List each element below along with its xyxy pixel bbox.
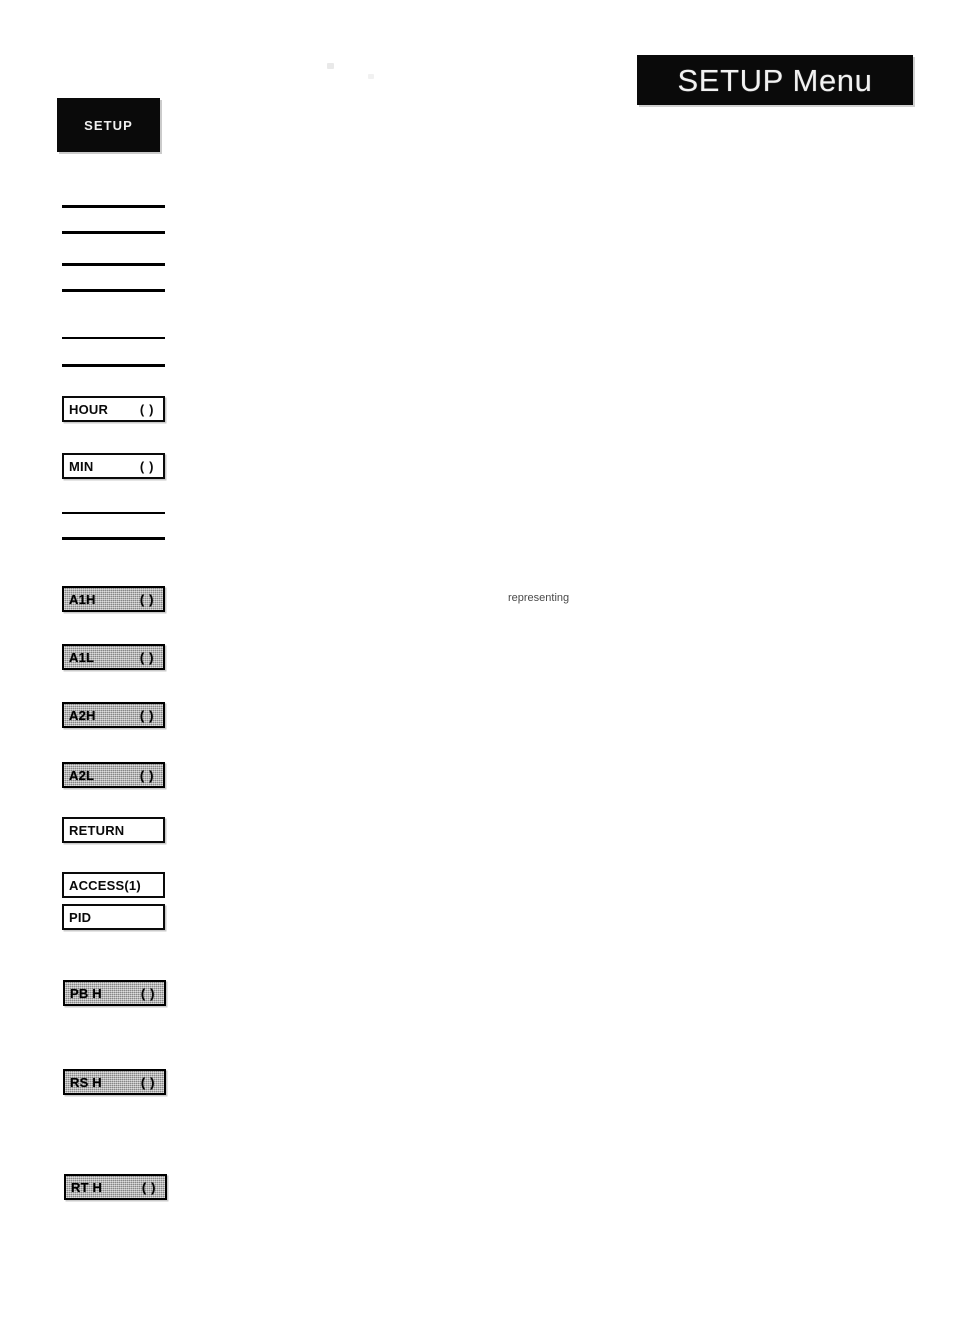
menu-item-a1l[interactable]: A1L ( ) <box>62 644 165 670</box>
menu-item-pb-h[interactable]: PB H ( ) <box>63 980 166 1006</box>
document-page: SETUP Menu SETUP HOUR ( ) MIN ( ) A1H ( … <box>0 0 954 1337</box>
menu-item-label: PB H <box>70 985 102 1001</box>
menu-item-label: RS H <box>70 1074 102 1090</box>
menu-item-rt-h[interactable]: RT H ( ) <box>64 1174 167 1200</box>
menu-item-label: RT H <box>71 1179 103 1195</box>
menu-item-value: ( ) <box>139 707 154 723</box>
menu-item-value: ( ) <box>141 1179 156 1195</box>
setup-menu-banner: SETUP Menu <box>637 55 913 105</box>
menu-item-a1h[interactable]: A1H ( ) <box>62 586 165 612</box>
setup-menu-banner-label: SETUP Menu <box>677 62 873 98</box>
menu-item-value: ( ) <box>139 591 154 607</box>
menu-item-min[interactable]: MIN ( ) <box>62 453 165 479</box>
menu-item-label: ACCESS(1) <box>69 877 141 893</box>
redacted-menu-rule <box>62 512 165 514</box>
menu-item-pid[interactable]: PID <box>62 904 165 930</box>
menu-item-hour[interactable]: HOUR ( ) <box>62 396 165 422</box>
menu-item-value: ( ) <box>139 401 154 417</box>
menu-item-return[interactable]: RETURN <box>62 817 165 843</box>
body-text-representing: representing <box>508 592 570 604</box>
scan-artifact <box>327 63 334 69</box>
redacted-menu-rule <box>62 205 165 208</box>
menu-item-access[interactable]: ACCESS(1) <box>62 872 165 898</box>
menu-item-rs-h[interactable]: RS H ( ) <box>63 1069 166 1095</box>
menu-item-value: ( ) <box>139 767 154 783</box>
menu-item-label: A2L <box>69 767 95 783</box>
menu-item-value: ( ) <box>140 985 155 1001</box>
setup-key-button[interactable]: SETUP <box>57 98 160 152</box>
redacted-menu-rule <box>62 231 165 234</box>
menu-item-value: ( ) <box>139 458 154 474</box>
menu-item-label: HOUR <box>69 401 109 417</box>
menu-item-a2h[interactable]: A2H ( ) <box>62 702 165 728</box>
menu-item-label: A1L <box>69 649 95 665</box>
menu-item-a2l[interactable]: A2L ( ) <box>62 762 165 788</box>
redacted-menu-rule <box>62 263 165 266</box>
redacted-menu-rule <box>62 537 165 540</box>
menu-item-label: PID <box>69 909 92 925</box>
setup-key-label: SETUP <box>84 117 133 133</box>
menu-item-label: A2H <box>69 707 96 723</box>
menu-item-label: A1H <box>69 591 96 607</box>
menu-item-value: ( ) <box>139 649 154 665</box>
menu-item-label: RETURN <box>69 822 125 838</box>
redacted-menu-rule <box>62 337 165 339</box>
menu-item-label: MIN <box>69 458 94 474</box>
scan-artifact <box>368 74 374 79</box>
menu-item-value: ( ) <box>140 1074 155 1090</box>
redacted-menu-rule <box>62 289 165 292</box>
redacted-menu-rule <box>62 364 165 367</box>
